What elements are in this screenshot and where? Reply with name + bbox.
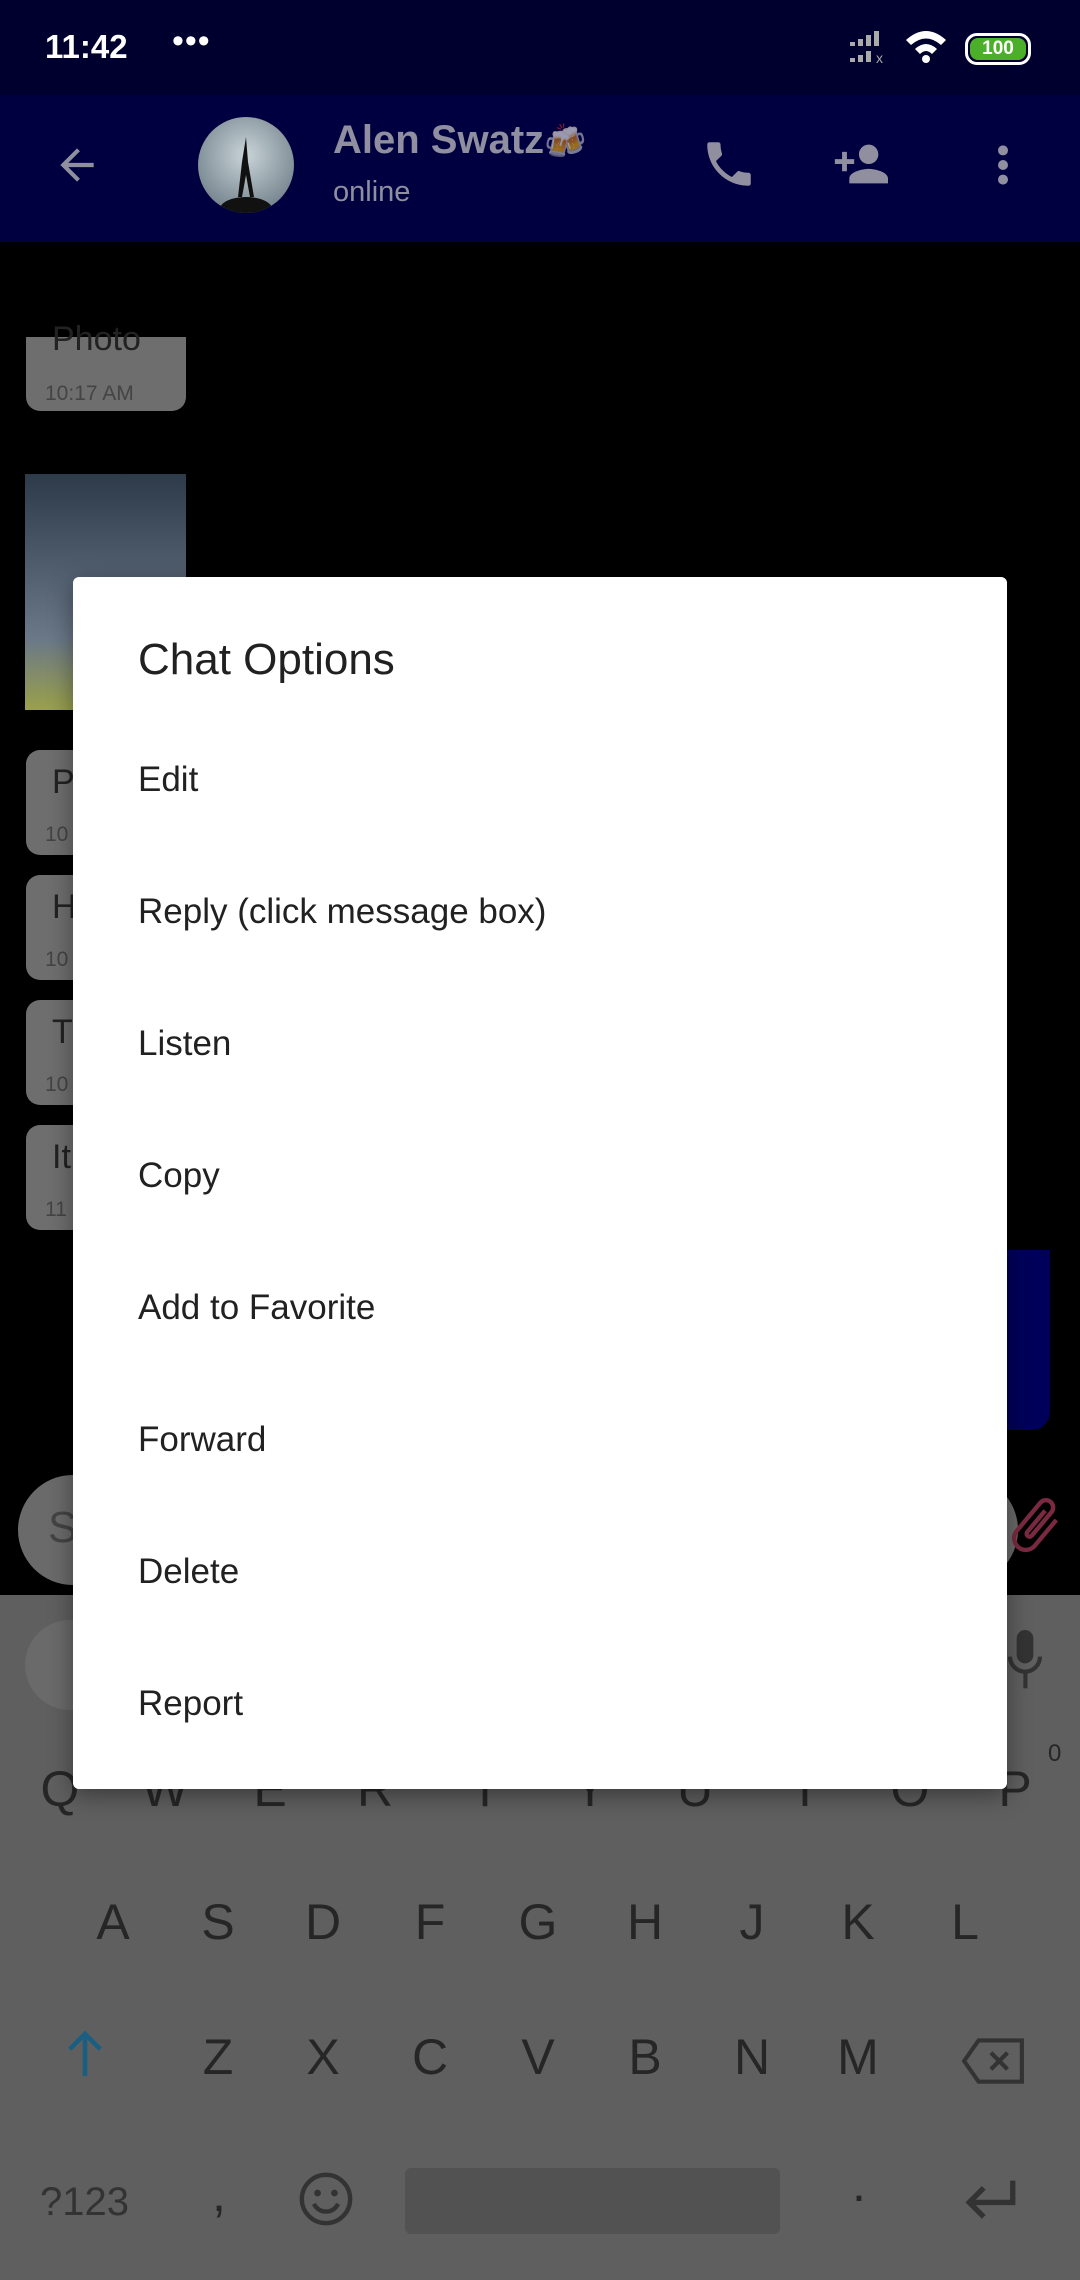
contact-name-text: Alen Swatz [333, 118, 545, 162]
key-a[interactable]: A [96, 1893, 129, 1951]
dialog-item-listen[interactable]: Listen [73, 978, 1007, 1110]
key-k[interactable]: K [841, 1893, 874, 1951]
presence-status: online [333, 176, 411, 208]
dialog-item-add-to-favorite[interactable]: Add to Favorite [73, 1242, 1007, 1374]
dialog-item-report[interactable]: Report [73, 1638, 1007, 1770]
message-time: 11 [45, 1198, 67, 1221]
chat-options-dialog: Chat Options Edit Reply (click message bo… [73, 577, 1007, 1789]
status-bar: 11:42 ••• x 100 [0, 0, 1080, 95]
dialog-item-reply-click-message-box[interactable]: Reply (click message box) [73, 846, 1007, 978]
dialog-item-copy[interactable]: Copy [73, 1110, 1007, 1242]
key-h[interactable]: H [627, 1893, 663, 1951]
status-time: 11:42 [45, 28, 128, 65]
key-j[interactable]: J [740, 1893, 765, 1951]
contact-name[interactable]: Alen Swatz🍻 [333, 118, 587, 163]
message-time: 10 [45, 1073, 69, 1096]
message-time: 10:17 AM [45, 382, 134, 405]
phone-icon[interactable] [700, 135, 758, 193]
key-b[interactable]: B [628, 2028, 661, 2086]
comma-key[interactable]: , [212, 2165, 226, 2223]
battery-level: 100 [970, 38, 1026, 60]
key-d[interactable]: D [305, 1893, 341, 1951]
key-z[interactable]: Z [203, 2028, 234, 2086]
notification-dots: ••• [172, 22, 211, 60]
more-options-icon[interactable] [986, 140, 1020, 190]
symbols-key[interactable]: ?123 [40, 2180, 129, 2225]
beer-emoji: 🍻 [544, 123, 587, 161]
key-l[interactable]: L [951, 1893, 979, 1951]
message-text: Photo [52, 320, 141, 358]
dialog-item-delete[interactable]: Delete [73, 1506, 1007, 1638]
avatar[interactable] [198, 117, 294, 213]
svg-text:x: x [876, 50, 883, 66]
space-key[interactable] [405, 2168, 780, 2234]
shift-icon[interactable] [62, 2030, 108, 2080]
key-c[interactable]: C [412, 2028, 448, 2086]
microphone-icon[interactable] [1005, 1625, 1045, 1695]
message-time: 10 [45, 823, 69, 846]
key-s[interactable]: S [201, 1893, 234, 1951]
dialog-item-forward[interactable]: Forward [73, 1374, 1007, 1506]
message-time: 10 [45, 948, 69, 971]
dialog-item-edit[interactable]: Edit [73, 714, 1007, 846]
key-n[interactable]: N [734, 2028, 770, 2086]
key-hint: 0 [1048, 1740, 1062, 1767]
enter-icon[interactable] [962, 2175, 1020, 2225]
message-text: It [52, 1138, 71, 1176]
message-text: T [52, 1013, 73, 1051]
backspace-icon[interactable] [960, 2038, 1026, 2084]
key-v[interactable]: V [521, 2028, 554, 2086]
wifi-icon [906, 31, 946, 63]
battery-indicator: 100 [965, 33, 1031, 65]
add-person-icon[interactable] [826, 135, 892, 193]
key-x[interactable]: X [306, 2028, 339, 2086]
message-text: P [52, 763, 75, 801]
key-g[interactable]: G [519, 1893, 558, 1951]
back-arrow-icon[interactable] [52, 140, 102, 190]
attach-icon[interactable] [1000, 1490, 1070, 1560]
emoji-icon[interactable] [297, 2170, 355, 2228]
dialog-title: Chat Options [138, 635, 395, 684]
signal-icon: x [850, 31, 883, 66]
key-m[interactable]: M [837, 2028, 879, 2086]
period-key[interactable]: . [852, 2155, 866, 2213]
key-f[interactable]: F [415, 1893, 446, 1951]
